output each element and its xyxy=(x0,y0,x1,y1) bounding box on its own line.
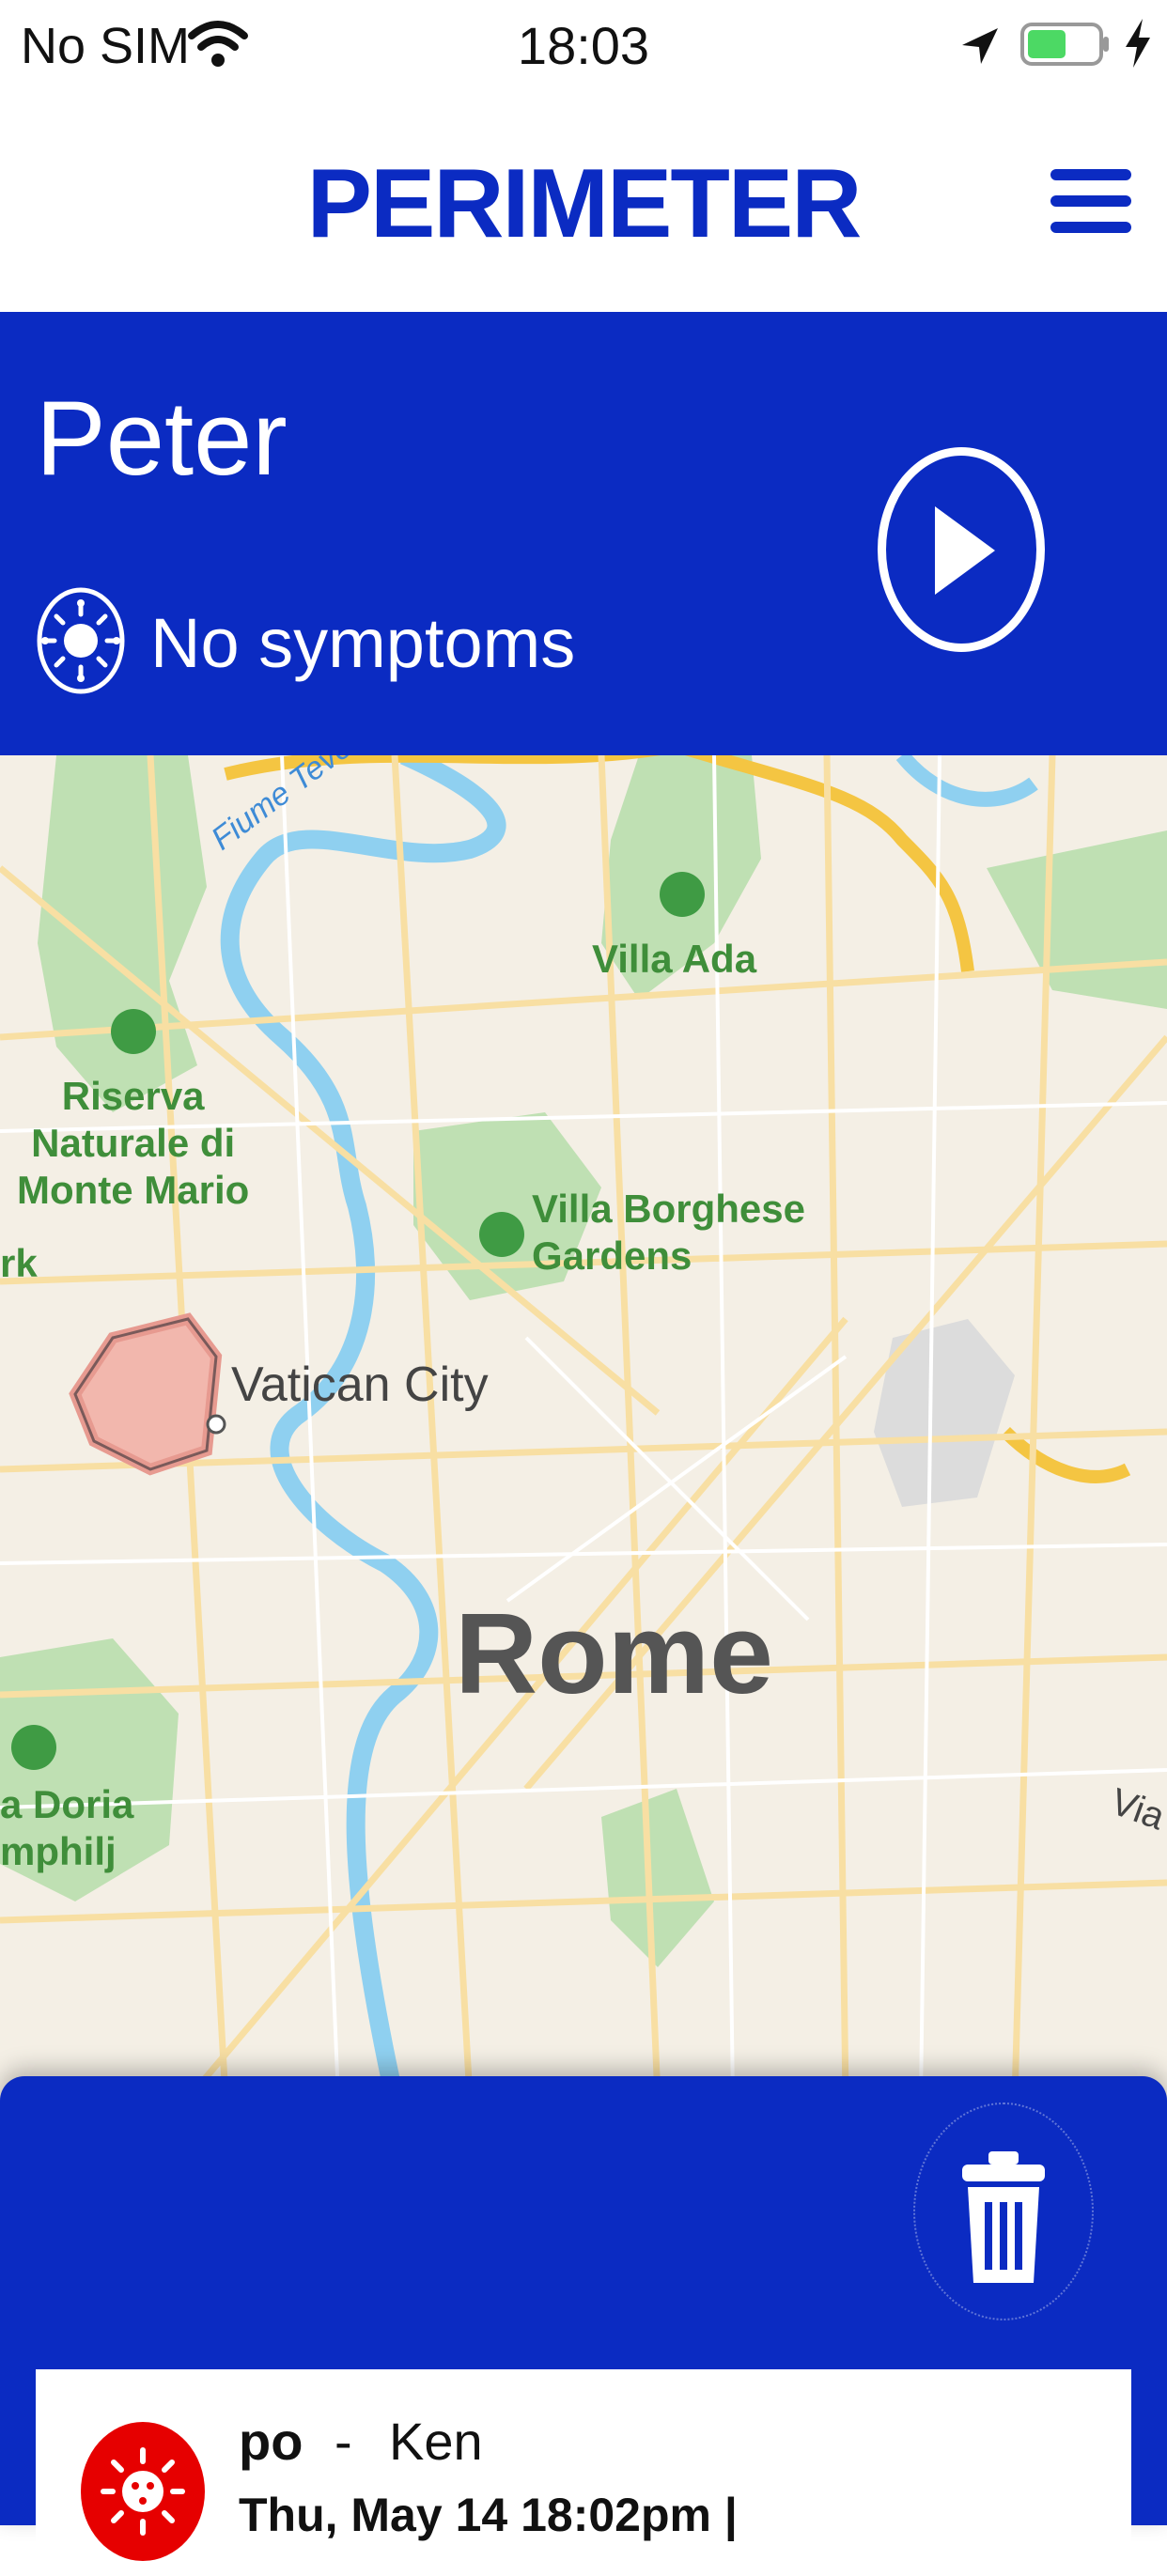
report-name: po xyxy=(239,2412,303,2471)
play-icon xyxy=(935,506,995,595)
report-datetime: Thu, May 14 18:02pm | xyxy=(239,2489,738,2541)
map-label-riserva: Riserva Naturale di Monte Mario xyxy=(17,1074,250,1212)
map-view[interactable]: Fiume Tevere Villa Ada Riserva Naturale … xyxy=(0,755,1167,2099)
virus-icon xyxy=(37,587,125,694)
profile-name: Peter xyxy=(36,380,288,497)
charging-bolt-icon xyxy=(1126,19,1150,68)
map-label-rk: rk xyxy=(0,1241,38,1285)
park-pin-icon xyxy=(479,1212,524,1257)
location-arrow-icon xyxy=(962,28,998,64)
trash-button[interactable] xyxy=(913,2103,1094,2320)
map-base xyxy=(0,755,1167,2099)
battery-icon xyxy=(1020,23,1109,66)
play-button[interactable] xyxy=(878,447,1045,652)
profile-panel: Peter No symptoms xyxy=(0,312,1167,755)
app-title: PERIMETER xyxy=(306,149,863,258)
map-label-vatican: Vatican City xyxy=(231,1358,489,1412)
park-pin-icon xyxy=(11,1725,56,1770)
trash-icon xyxy=(962,2151,1045,2283)
virus-icon xyxy=(101,2447,185,2536)
bottom-sheet[interactable]: po - Ken Thu, May 14 18:02pm | xyxy=(0,2076,1167,2576)
report-list-item[interactable]: po - Ken Thu, May 14 18:02pm | xyxy=(36,2369,1131,2576)
hamburger-menu-icon[interactable] xyxy=(1050,165,1135,237)
map-label-villa-ada: Villa Ada xyxy=(592,937,757,981)
park-pin-icon xyxy=(660,872,705,917)
report-avatar xyxy=(81,2422,205,2561)
status-bar: No SIM 18:03 xyxy=(0,0,1167,94)
map-label-doria: a Doria mphilj xyxy=(0,1782,134,1873)
symptoms-status: No symptoms xyxy=(150,604,576,682)
park-pin-icon xyxy=(111,1009,156,1054)
map-label-rome: Rome xyxy=(455,1590,773,1717)
report-separator: - xyxy=(335,2412,352,2471)
report-contact: Ken xyxy=(389,2412,483,2471)
map-label-villa-borghese: Villa Borghese Gardens xyxy=(532,1187,806,1278)
app-header: PERIMETER xyxy=(0,94,1167,312)
